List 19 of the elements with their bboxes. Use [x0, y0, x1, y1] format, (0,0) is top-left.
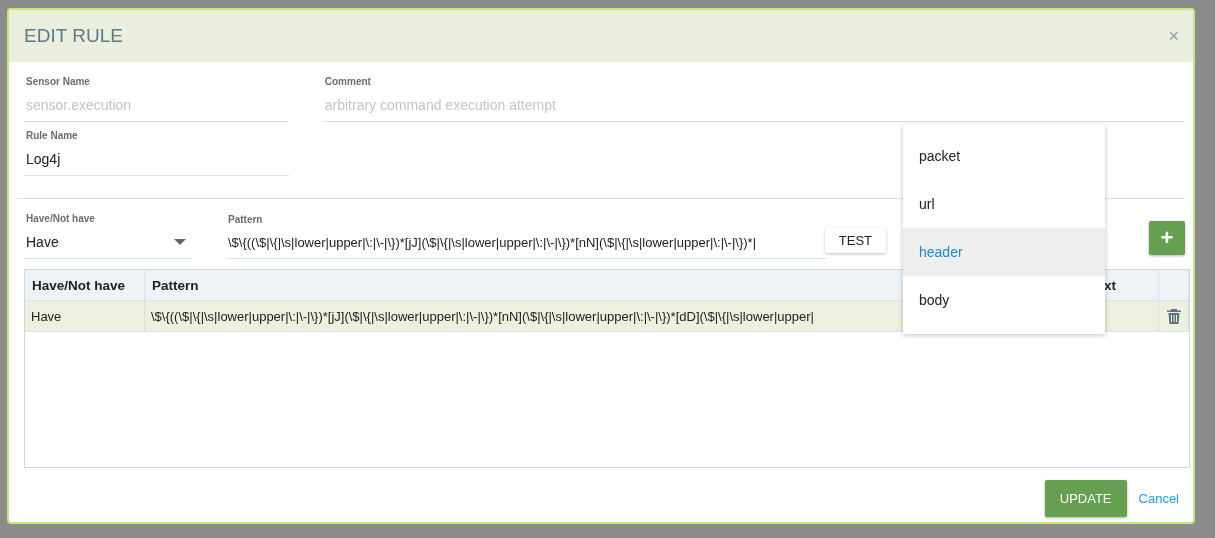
menu-item[interactable]: body — [903, 276, 1105, 324]
menu-item[interactable]: packet — [903, 132, 1105, 180]
field-label: Pattern — [228, 214, 264, 225]
table-cell: Have — [25, 301, 145, 331]
rule-name-field[interactable]: Log4j — [24, 141, 289, 176]
field-label: Rule Name — [26, 130, 79, 141]
field-label: Comment — [324, 76, 372, 87]
caret-icon — [174, 239, 186, 245]
field-label: Have/Not have — [26, 213, 96, 224]
sensor-name-field[interactable]: sensor.execution — [24, 87, 289, 122]
dialog-title: EDIT RULE — [24, 25, 123, 47]
have-select[interactable]: Have — [24, 224, 192, 259]
column-header: Have/Not have — [25, 270, 145, 300]
pattern-field[interactable]: \$\{((\$|\{|\s|lower|upper|\:|\-|\})*[jJ](\$|\{|\s|lower|upper|\:|\-|\})*[nN](\$|\{|\s|lower|upper|\:|\-|\})*| — [226, 225, 827, 259]
test-button[interactable]: TEST — [824, 228, 886, 253]
trash-icon[interactable] — [1166, 308, 1181, 324]
field-label: Sensor Name — [26, 76, 91, 87]
comment-field[interactable]: arbitrary command execution attempt — [322, 87, 1185, 122]
menu-item[interactable]: url — [903, 180, 1105, 228]
